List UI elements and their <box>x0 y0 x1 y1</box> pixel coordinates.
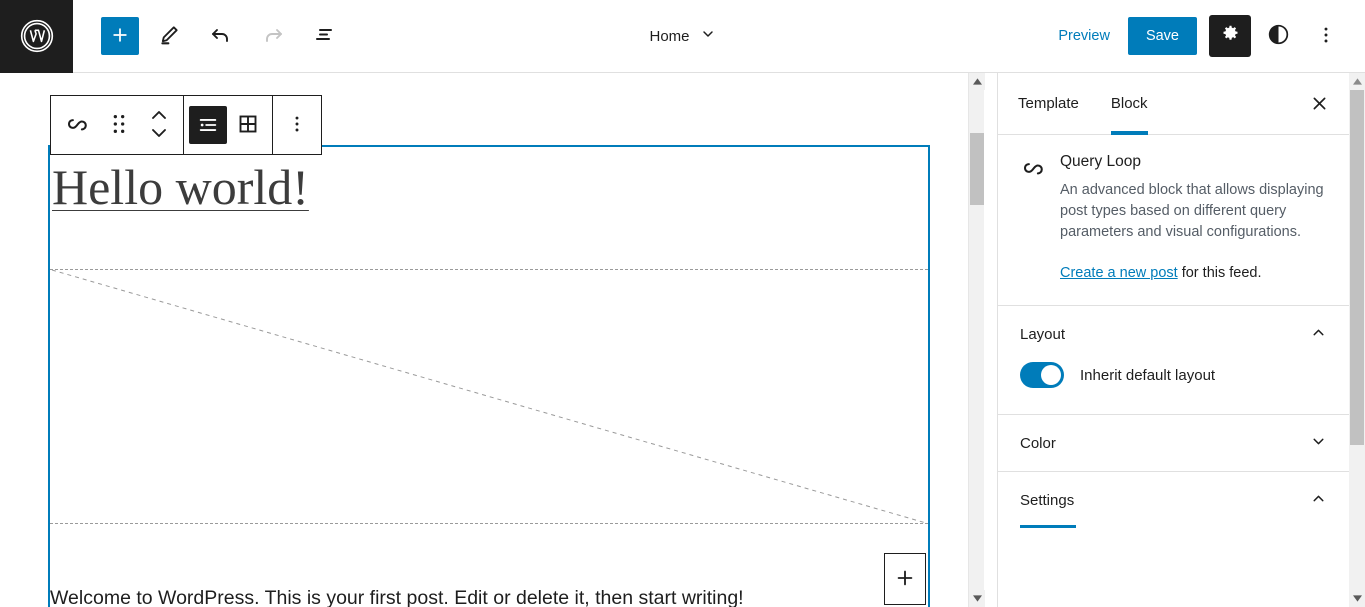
block-info-body: Query Loop An advanced block that allows… <box>1060 153 1327 281</box>
tab-block[interactable]: Block <box>1095 73 1164 135</box>
block-toolbar-group-layout <box>183 96 272 154</box>
inherit-default-layout-label: Inherit default layout <box>1080 366 1216 384</box>
block-info-card: Query Loop An advanced block that allows… <box>998 135 1349 307</box>
inherit-default-layout-row: Inherit default layout <box>1020 362 1327 389</box>
more-vertical-dots-icon <box>286 113 308 138</box>
document-title-button[interactable]: Home <box>639 20 725 52</box>
canvas-scrollbar[interactable] <box>968 73 985 607</box>
query-loop-block[interactable]: Hello world! Welcome to WordPress. This … <box>48 145 930 607</box>
chevron-up-down-icon <box>148 108 170 143</box>
sidebar-scrollbar[interactable] <box>1349 73 1365 607</box>
list-layout-button[interactable] <box>188 96 228 154</box>
chevron-up-icon <box>1310 490 1327 510</box>
panel-settings-title: Settings <box>1020 491 1075 509</box>
document-title-label: Home <box>649 27 690 45</box>
plus-icon <box>894 567 916 592</box>
toggle-knob <box>1041 365 1061 386</box>
settings-active-tab-indicator <box>1020 525 1076 529</box>
more-options-button[interactable] <box>1305 15 1347 57</box>
scroll-down-arrow-icon[interactable] <box>1349 590 1365 607</box>
block-toolbar-group-options <box>272 96 321 154</box>
block-title: Query Loop <box>1060 153 1141 170</box>
block-appender-button[interactable] <box>884 553 926 605</box>
preview-button[interactable]: Preview <box>1046 20 1122 52</box>
list-view-button[interactable] <box>303 14 347 58</box>
block-toolbar-group-primary <box>51 96 183 154</box>
post-title-link[interactable]: Hello world! <box>52 157 309 217</box>
block-options-button[interactable] <box>277 96 317 154</box>
tab-template[interactable]: Template <box>1002 73 1095 135</box>
wordpress-logo <box>19 18 55 54</box>
header-left-toolbar <box>73 14 347 58</box>
query-loop-infinity-icon <box>1020 153 1046 281</box>
close-sidebar-button[interactable] <box>1303 89 1335 121</box>
sidebar-tablist: Template Block <box>998 73 1349 135</box>
sidebar-scrollbar-thumb[interactable] <box>1350 90 1364 445</box>
wordpress-site-editor: Home Preview Save Hello world! Welcome t… <box>0 0 1365 607</box>
contrast-half-circle-icon <box>1267 23 1290 49</box>
plus-icon <box>110 25 130 48</box>
redo-button[interactable] <box>251 14 295 58</box>
undo-button[interactable] <box>199 14 243 58</box>
list-layout-icon <box>189 106 227 144</box>
add-block-button[interactable] <box>101 17 139 55</box>
post-excerpt-text[interactable]: Welcome to WordPress. This is your first… <box>50 587 744 607</box>
scroll-up-arrow-icon[interactable] <box>969 73 985 90</box>
panel-color: Color <box>998 415 1349 473</box>
editor-header: Home Preview Save <box>0 0 1365 73</box>
create-a-new-post-link[interactable]: Create a new post <box>1060 265 1178 281</box>
more-vertical-dots-icon <box>1315 24 1337 49</box>
block-description: An advanced block that allows displaying… <box>1060 182 1324 241</box>
drag-dots-icon <box>110 113 128 138</box>
close-x-icon <box>1310 94 1329 116</box>
chevron-down-icon <box>1310 433 1327 453</box>
block-toolbar <box>50 95 322 155</box>
save-button[interactable]: Save <box>1127 17 1197 55</box>
panel-color-header[interactable]: Color <box>998 415 1349 471</box>
panel-layout: Layout Inherit default layout <box>998 306 1349 416</box>
editor-canvas: Hello world! Welcome to WordPress. This … <box>0 73 984 607</box>
settings-sidebar-toggle-button[interactable] <box>1209 15 1251 57</box>
pencil-icon <box>158 23 181 49</box>
panel-color-title: Color <box>1020 434 1056 452</box>
chevron-up-icon <box>1310 324 1327 344</box>
panel-settings-header[interactable]: Settings <box>998 472 1349 528</box>
undo-arrow-icon <box>209 23 233 50</box>
header-right-toolbar: Preview Save <box>1046 15 1365 57</box>
panel-settings: Settings <box>998 472 1349 529</box>
scroll-down-arrow-icon[interactable] <box>969 590 985 607</box>
move-updown-button[interactable] <box>139 96 179 154</box>
scroll-up-arrow-icon[interactable] <box>1349 73 1365 90</box>
featured-image-placeholder[interactable] <box>50 269 928 524</box>
list-view-icon <box>313 23 337 50</box>
wordpress-logo-button[interactable] <box>0 0 73 73</box>
chevron-down-icon <box>700 26 716 46</box>
redo-arrow-icon <box>261 23 285 50</box>
create-post-feed-line: Create a new post for this feed. <box>1060 265 1327 281</box>
query-loop-infinity-icon <box>64 111 90 140</box>
grid-layout-icon <box>236 112 260 139</box>
block-type-query-loop-button[interactable] <box>55 96 99 154</box>
grid-layout-button[interactable] <box>228 96 268 154</box>
settings-sidebar: Template Block Query Loop An advanced bl… <box>997 73 1349 607</box>
canvas-scrollbar-thumb[interactable] <box>970 133 984 205</box>
feed-suffix-text: for this feed. <box>1177 265 1262 282</box>
panel-layout-body: Inherit default layout <box>998 362 1349 414</box>
drag-handle-button[interactable] <box>99 96 139 154</box>
gear-icon <box>1220 24 1241 48</box>
panel-layout-title: Layout <box>1020 325 1066 343</box>
inherit-default-layout-toggle[interactable] <box>1020 362 1064 389</box>
edit-tool-button[interactable] <box>147 14 191 58</box>
styles-button[interactable] <box>1257 15 1299 57</box>
panel-layout-header[interactable]: Layout <box>998 306 1349 362</box>
